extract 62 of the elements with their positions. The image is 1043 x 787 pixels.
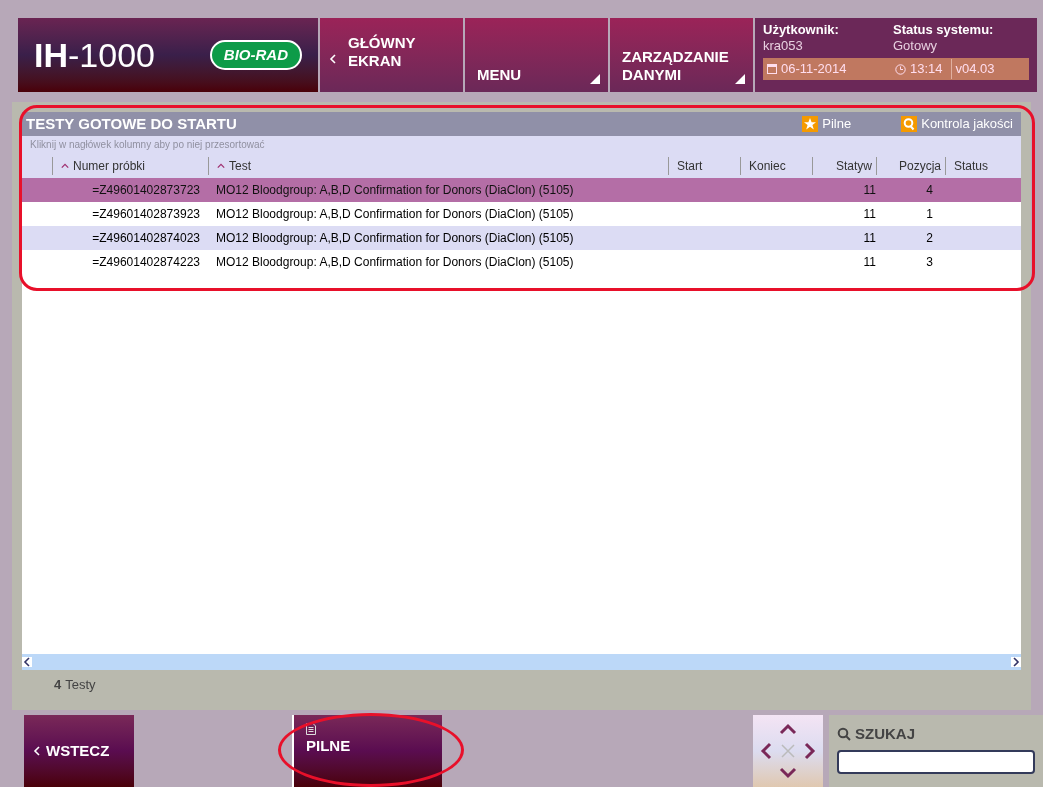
table-cell-text: 11 [862, 182, 876, 199]
test-count-label: Testy [65, 676, 96, 695]
brand-logo: BIO-RAD [209, 39, 302, 71]
table-cell-text: =Z49601402873923 [91, 206, 201, 223]
status-value: Gotowy [893, 38, 939, 54]
table-cell-text: =Z49601402873723 [91, 182, 201, 199]
panel-title: TESTY GOTOWE DO STARTU [26, 113, 238, 134]
search-label: SZUKAJ [855, 724, 915, 744]
horizontal-scrollbar[interactable] [22, 654, 1021, 670]
direction-pad[interactable] [753, 715, 823, 787]
column-header[interactable]: Koniec [740, 157, 812, 175]
table-cell-text: 11 [862, 206, 876, 223]
menu-button[interactable]: MENU [465, 18, 608, 92]
urgent-button[interactable]: PILNE [292, 715, 442, 787]
sort-icon [217, 162, 225, 170]
product-logo: IH-1000 [34, 35, 155, 74]
table-cell-text: 3 [925, 254, 934, 271]
search-field[interactable] [837, 749, 1035, 774]
table-cell-text: =Z49601402874223 [91, 254, 201, 271]
time-text: 13:14 [910, 60, 943, 79]
table-cell-text: MO12 Bloodgroup: A,B,D Confirmation for Donors (DiaClon) (5105) [215, 206, 575, 223]
test-count: 4 [54, 676, 62, 695]
table-row[interactable]: =Z49601402874023 MO12 Bloodgroup: A,B,D Confirmation for Donors (DiaClon) (5105) 11 2 [22, 226, 1021, 250]
document-icon [306, 723, 316, 735]
user-label: Użytkownik: [763, 22, 840, 38]
column-header[interactable]: Test [208, 157, 668, 175]
sort-hint: Kliknij w nagłówek kolumny aby po niej przesortować [29, 138, 266, 152]
search-icon [837, 727, 851, 742]
arrows-icon [758, 721, 818, 781]
column-header[interactable]: Start [668, 157, 740, 175]
sort-icon [61, 162, 69, 170]
scroll-left-icon [22, 657, 32, 667]
table-cell-text: =Z49601402874023 [91, 230, 201, 247]
version-text: v04.03 [950, 59, 995, 79]
back-button[interactable]: WSTECZ [24, 715, 134, 787]
column-header[interactable]: Numer próbki [52, 157, 208, 175]
table-cell-text: 4 [925, 182, 934, 199]
column-header[interactable]: Statyw [812, 157, 876, 175]
corner-icon [590, 74, 600, 84]
magnifier-icon [901, 116, 918, 132]
table-cell-text: MO12 Bloodgroup: A,B,D Confirmation for Donors (DiaClon) (5105) [215, 254, 575, 271]
menu-button[interactable]: ZARZĄDZANIE DANYMI [610, 18, 753, 92]
table-cell-text: 1 [925, 206, 934, 223]
column-header[interactable]: Status [945, 157, 1015, 175]
user-name: kra053 [763, 38, 804, 54]
status-label: Status systemu: [893, 22, 994, 38]
calendar-icon [767, 64, 777, 74]
legend-label: Kontrola jakości [921, 115, 1013, 134]
table-cell-text: MO12 Bloodgroup: A,B,D Confirmation for Donors (DiaClon) (5105) [215, 182, 575, 199]
corner-icon [735, 74, 745, 84]
column-header[interactable]: Pozycja [876, 157, 945, 175]
table-row[interactable]: =Z49601402873723 MO12 Bloodgroup: A,B,D Confirmation for Donors (DiaClon) (5105) 11 4 [22, 178, 1021, 202]
main-screen-button[interactable]: GŁÓWNY EKRAN [320, 18, 463, 92]
star-icon [802, 116, 819, 132]
legend-label: Pilne [822, 115, 852, 134]
table-cell-text: 11 [862, 254, 876, 271]
scroll-right-icon [1011, 657, 1021, 667]
table-cell-text: MO12 Bloodgroup: A,B,D Confirmation for Donors (DiaClon) (5105) [215, 230, 575, 247]
table-cell-text: 2 [925, 230, 934, 247]
date-text: 06-11-2014 [781, 60, 848, 79]
table-cell-text: 11 [862, 230, 876, 247]
clock-icon [895, 63, 906, 75]
